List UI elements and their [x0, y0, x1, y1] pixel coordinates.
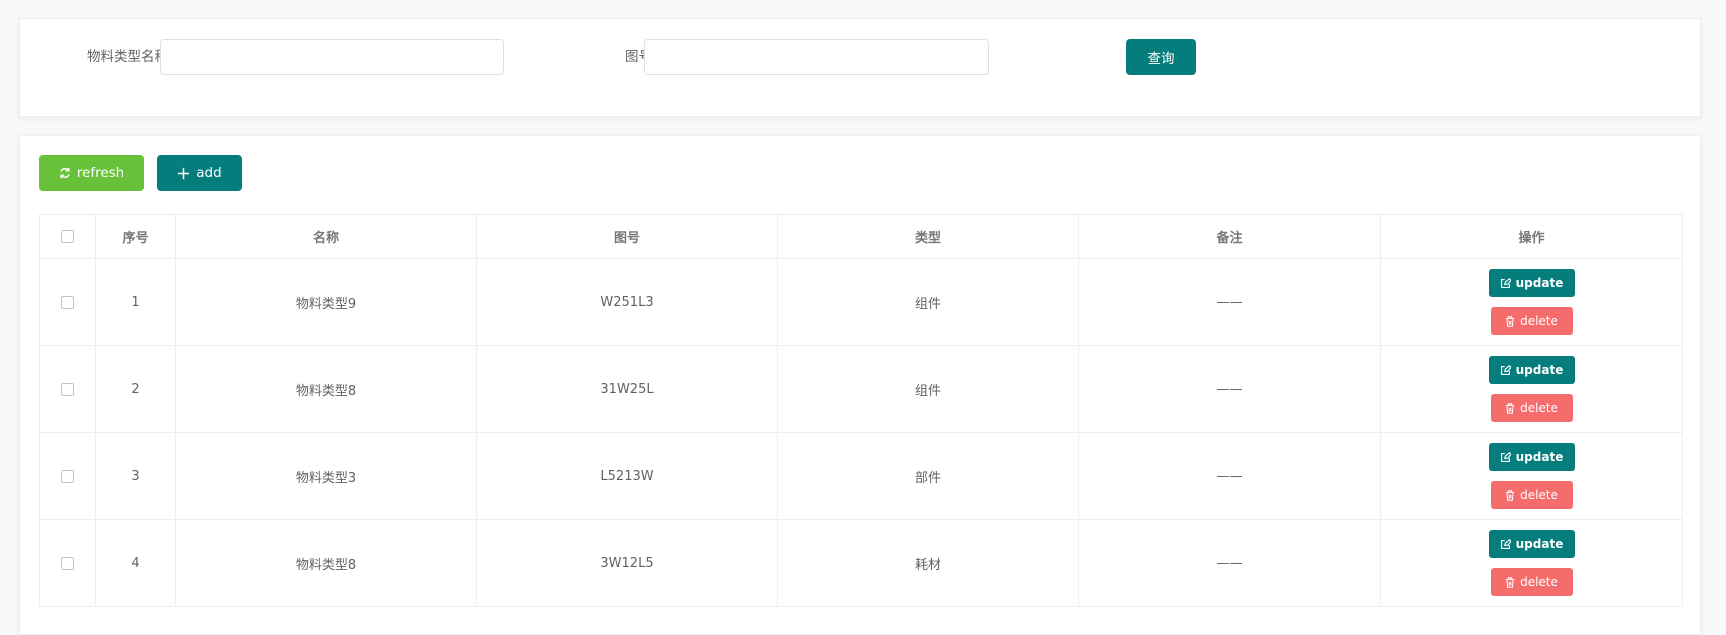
delete-label: delete: [1520, 575, 1558, 589]
cell-actions: update delete: [1380, 345, 1683, 433]
select-all-cell: [39, 214, 96, 259]
update-button[interactable]: update: [1488, 530, 1575, 558]
edit-icon: [1500, 277, 1511, 289]
search-row: 物料类型名称 图号 查询: [20, 39, 1700, 75]
cell-index: 4: [95, 519, 176, 607]
cell-drawing-no: W251L3: [476, 258, 778, 346]
edit-icon: [1500, 451, 1511, 463]
update-label: update: [1515, 276, 1564, 290]
cell-name: 物料类型8: [175, 519, 477, 607]
cell-name: 物料类型3: [175, 432, 477, 520]
material-type-input[interactable]: [160, 39, 504, 75]
row-checkbox[interactable]: [61, 469, 74, 483]
table-panel: refresh add 序号 名称 图号 类型 备注 操作 1 物料类型9 W2…: [19, 135, 1701, 635]
drawing-no-input[interactable]: [644, 39, 989, 75]
delete-button[interactable]: delete: [1490, 568, 1573, 596]
cell-index: 2: [95, 345, 176, 433]
add-label: add: [196, 165, 222, 181]
cell-drawing-no: 31W25L: [476, 345, 778, 433]
cell-name: 物料类型9: [175, 258, 477, 346]
cell-name: 物料类型8: [175, 345, 477, 433]
trash-icon: [1505, 315, 1515, 327]
delete-button[interactable]: delete: [1490, 307, 1573, 335]
cell-drawing-no: L5213W: [476, 432, 778, 520]
header-name: 名称: [175, 214, 477, 259]
table-row: 1 物料类型9 W251L3 组件 —— update delete: [39, 258, 1683, 346]
update-button[interactable]: update: [1488, 356, 1575, 384]
row-checkbox[interactable]: [61, 556, 74, 570]
cell-remark: ——: [1078, 345, 1381, 433]
cell-remark: ——: [1078, 432, 1381, 520]
add-button[interactable]: add: [157, 155, 242, 191]
row-checkbox[interactable]: [61, 382, 74, 396]
header-type: 类型: [777, 214, 1079, 259]
trash-icon: [1505, 489, 1515, 501]
update-label: update: [1515, 450, 1564, 464]
header-actions: 操作: [1380, 214, 1683, 259]
table-header-row: 序号 名称 图号 类型 备注 操作: [39, 214, 1683, 259]
cell-index: 3: [95, 432, 176, 520]
search-panel: 物料类型名称 图号 查询: [19, 18, 1701, 117]
cell-index: 1: [95, 258, 176, 346]
data-table: 序号 名称 图号 类型 备注 操作 1 物料类型9 W251L3 组件 —— u…: [39, 214, 1683, 607]
cell-actions: update delete: [1380, 258, 1683, 346]
delete-label: delete: [1520, 488, 1558, 502]
cell-actions: update delete: [1380, 519, 1683, 607]
edit-icon: [1500, 538, 1511, 550]
delete-button[interactable]: delete: [1490, 481, 1573, 509]
material-type-label: 物料类型名称: [87, 49, 168, 65]
table-row: 3 物料类型3 L5213W 部件 —— update delete: [39, 432, 1683, 520]
edit-icon: [1500, 364, 1511, 376]
plus-icon: [177, 167, 190, 180]
table-row: 2 物料类型8 31W25L 组件 —— update delete: [39, 345, 1683, 433]
refresh-label: refresh: [76, 165, 125, 181]
cell-type: 部件: [777, 432, 1079, 520]
cell-remark: ——: [1078, 258, 1381, 346]
header-drawing-no: 图号: [476, 214, 778, 259]
refresh-icon: [59, 167, 71, 179]
update-button[interactable]: update: [1488, 443, 1575, 471]
update-button[interactable]: update: [1488, 269, 1575, 297]
cell-actions: update delete: [1380, 432, 1683, 520]
delete-label: delete: [1520, 314, 1558, 328]
table-row: 4 物料类型8 3W12L5 耗材 —— update delete: [39, 519, 1683, 607]
header-remark: 备注: [1078, 214, 1381, 259]
cell-type: 组件: [777, 258, 1079, 346]
delete-label: delete: [1520, 401, 1558, 415]
update-label: update: [1515, 537, 1564, 551]
cell-type: 组件: [777, 345, 1079, 433]
cell-remark: ——: [1078, 519, 1381, 607]
header-index: 序号: [95, 214, 176, 259]
trash-icon: [1505, 576, 1515, 588]
delete-button[interactable]: delete: [1490, 394, 1573, 422]
update-label: update: [1515, 363, 1564, 377]
refresh-button[interactable]: refresh: [39, 155, 144, 191]
query-button[interactable]: 查询: [1126, 39, 1196, 75]
cell-type: 耗材: [777, 519, 1079, 607]
row-checkbox[interactable]: [61, 295, 74, 309]
cell-drawing-no: 3W12L5: [476, 519, 778, 607]
select-all-checkbox[interactable]: [61, 230, 74, 243]
trash-icon: [1505, 402, 1515, 414]
